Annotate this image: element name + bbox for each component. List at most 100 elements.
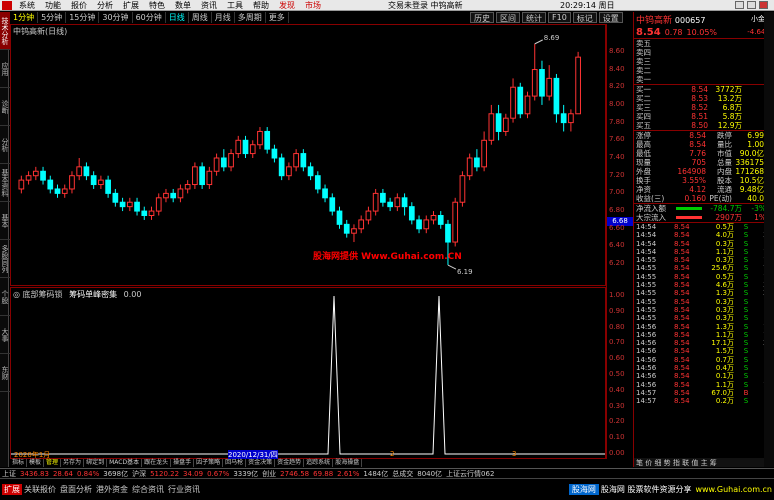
- indicator-tab[interactable]: 因子策略: [194, 459, 224, 467]
- footer-tab[interactable]: 行业资讯: [166, 484, 202, 495]
- buy-price: 8.54: [691, 85, 708, 94]
- period-tab[interactable]: 多周期: [235, 12, 266, 23]
- footer-tab[interactable]: 港外资金: [94, 484, 130, 495]
- left-tab[interactable]: 大事: [0, 316, 10, 354]
- price-axis-label: 7.40: [609, 153, 625, 161]
- tick-time: 14:55: [636, 305, 657, 314]
- stat-value: 1.00: [747, 140, 764, 149]
- indicator-tab[interactable]: MACD基本: [107, 459, 143, 467]
- indicator-chart[interactable]: ◎ 底部筹码锁 筹码单峰密集 0.00: [10, 287, 606, 459]
- indicator-tab[interactable]: 资金决策: [246, 459, 276, 467]
- left-tab[interactable]: 诊断: [0, 88, 10, 126]
- guhai-logo: 股海网: [568, 484, 599, 495]
- stat-key: 市值: [717, 149, 732, 158]
- footer-site[interactable]: www.Guhai.com.cn: [693, 485, 774, 494]
- tick-time: 14:54: [636, 239, 657, 248]
- flow-value: -784.7万: [710, 204, 742, 213]
- close-icon[interactable]: [759, 1, 768, 9]
- price-axis-label: 7.80: [609, 117, 625, 126]
- indicator-tab[interactable]: 追踪系统: [304, 459, 334, 467]
- left-tab[interactable]: 基本资料: [0, 164, 10, 202]
- period-tab[interactable]: 周线: [189, 12, 212, 23]
- stat-key: 股本: [717, 176, 732, 185]
- tick-volume: 67.0万: [711, 388, 734, 397]
- chart-tool-button[interactable]: 统计: [522, 12, 546, 23]
- tick-side: S: [743, 322, 749, 331]
- quote-tabs[interactable]: 笔 价 细 势 指 联 值 主 筹: [634, 458, 764, 467]
- period-tab[interactable]: 60分钟: [133, 12, 166, 23]
- minimize-icon[interactable]: [735, 1, 744, 9]
- indicator-tab[interactable]: 操盘手: [171, 459, 195, 467]
- main-kline-chart[interactable]: 中钨高新(日线) 8.69 6.19 股海网提供 Www.Guhai.com.CN: [10, 24, 606, 286]
- period-tab[interactable]: 日线: [166, 12, 189, 23]
- menu-item[interactable]: 帮助: [248, 0, 274, 11]
- left-tab[interactable]: 基本: [0, 202, 10, 240]
- candle-body: [445, 223, 451, 243]
- chart-tool-button[interactable]: 标记: [572, 12, 597, 23]
- period-tab[interactable]: 1分钟: [10, 12, 39, 23]
- indicator-tab[interactable]: 指标: [10, 459, 28, 467]
- tick-volume: 0.3万: [715, 314, 734, 323]
- period-tab[interactable]: 5分钟: [38, 12, 67, 23]
- tick-time: 14:57: [636, 388, 657, 397]
- menu-item[interactable]: 扩展: [118, 0, 144, 11]
- menu-item[interactable]: 系统: [14, 0, 40, 11]
- chart-tool-button[interactable]: F10: [548, 12, 571, 23]
- period-tab[interactable]: 15分钟: [66, 12, 100, 23]
- menu-item[interactable]: 数单: [170, 0, 196, 11]
- indicator-tab[interactable]: 绑定到: [84, 459, 108, 467]
- period-tab[interactable]: 30分钟: [99, 12, 133, 23]
- candle-body: [560, 113, 567, 124]
- left-tab[interactable]: 应用: [0, 50, 10, 88]
- indicator-tab[interactable]: 模板: [27, 459, 45, 467]
- left-tab[interactable]: 技术分析: [0, 12, 10, 50]
- menu-item-highlight[interactable]: 发现: [274, 0, 300, 11]
- indicator-tab[interactable]: 另存为: [61, 459, 85, 467]
- price-axis-label: 7.00: [609, 188, 625, 197]
- footer-tab[interactable]: 扩展: [2, 484, 22, 495]
- chart-tool-button[interactable]: 历史: [470, 12, 494, 23]
- indicator-tab[interactable]: 跟在龙头: [142, 459, 172, 467]
- maximize-icon[interactable]: [747, 1, 756, 9]
- indicator-tab[interactable]: 资金趋势: [275, 459, 305, 467]
- chart-tool-button[interactable]: 设置: [598, 12, 623, 23]
- candle-body: [293, 153, 299, 168]
- tick-price: 8.54: [674, 297, 690, 306]
- period-tab[interactable]: 更多: [266, 12, 289, 23]
- menu-item[interactable]: 报价: [66, 0, 92, 11]
- tick-volume: 0.3万: [715, 256, 734, 265]
- stat-row: 外盘 164908 内盘 171268: [634, 167, 774, 176]
- left-tab[interactable]: 分析: [0, 126, 10, 164]
- indicator-tab[interactable]: 股海操盘: [333, 459, 363, 467]
- flow-bar: [676, 216, 702, 219]
- menu-item[interactable]: 资讯: [196, 0, 222, 11]
- left-tab[interactable]: 多股同列: [0, 240, 10, 278]
- candle-body: [387, 201, 393, 208]
- indicator-axis-label: 0.80: [609, 322, 625, 331]
- stat-value: 8.54: [689, 140, 706, 149]
- period-tab[interactable]: 月线: [212, 12, 235, 23]
- sell-volume: [708, 39, 742, 48]
- stat-key: 流通: [717, 185, 732, 194]
- menu-item[interactable]: 工具: [222, 0, 248, 11]
- indicator-tab[interactable]: 管理: [44, 459, 62, 467]
- footer-tab[interactable]: 综合资讯: [130, 484, 166, 495]
- menu-item-highlight[interactable]: 市场: [300, 0, 326, 11]
- indicator-tab[interactable]: 回马枪: [223, 459, 247, 467]
- footer-tab[interactable]: 关联报价: [22, 484, 58, 495]
- tick-time: 14:55: [636, 256, 657, 265]
- buy-book: 买一 8.54 3772万 买二 8.53 13.2万 买三 8.52 6.8万 买四 8.51 5.…: [634, 85, 774, 130]
- tick-volume: 4.6万: [715, 281, 734, 290]
- stat-value: 7.76: [689, 149, 706, 158]
- menu-item[interactable]: 分析: [92, 0, 118, 11]
- menu-item[interactable]: 功能: [40, 0, 66, 11]
- stat-value: 3.55%: [682, 176, 706, 185]
- chart-tool-button[interactable]: 区间: [496, 12, 520, 23]
- footer-tab[interactable]: 盘面分析: [58, 484, 94, 495]
- flow-label: 净流入额: [636, 204, 666, 213]
- left-tab[interactable]: 东财: [0, 354, 10, 392]
- menu-item[interactable]: 特色: [144, 0, 170, 11]
- candle-body: [126, 201, 133, 208]
- left-tab[interactable]: 个股: [0, 278, 10, 316]
- flow-bar: [676, 207, 702, 210]
